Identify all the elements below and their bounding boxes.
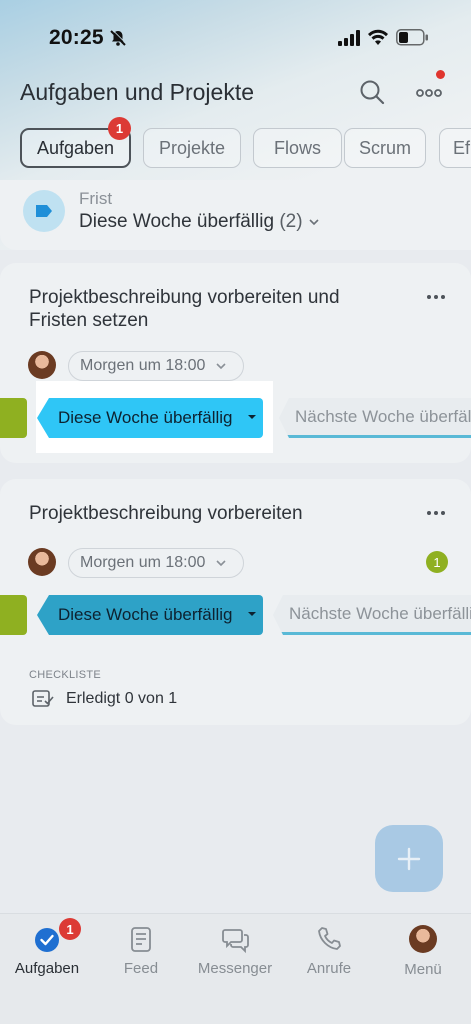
bell-muted-icon [110,29,127,46]
tab-label: Feed [123,960,159,977]
more-dots-icon[interactable] [425,508,447,518]
chevron-down-icon [216,363,226,370]
search-icon[interactable] [358,78,386,106]
tab-label: Menü [404,961,442,978]
tab-feed[interactable]: Feed [94,924,188,977]
tab-badge: 1 [59,918,81,940]
tag-icon [36,205,52,217]
next-stage-label: Nächste Woche überfällig [295,406,471,426]
next-stage[interactable]: Nächste Woche überfällig [279,398,471,438]
filter-value[interactable]: Diese Woche überfällig (2) [79,211,320,233]
tab-label: Anrufe [306,960,352,977]
tab-label: Messenger [197,960,273,977]
avatar-icon [408,925,438,955]
more-dots-icon[interactable] [425,292,447,302]
wifi-icon [368,29,388,45]
avatar [28,351,56,379]
next-stage[interactable]: Nächste Woche überfällig [273,595,471,635]
checklist-status[interactable]: Erledigt 0 von 1 [66,690,177,708]
stage-label: Diese Woche überfällig [58,408,233,427]
cellular-signal-icon [338,30,360,46]
tab-label: Aufgaben [14,960,80,977]
tab-messenger[interactable]: Messenger [188,924,282,977]
filter-label: Frist [79,189,113,208]
chip-badge: 1 [108,117,131,140]
stage-label: Diese Woche überfällig [58,605,233,624]
next-stage-label: Nächste Woche überfällig [289,603,471,623]
caret-down-icon [248,612,256,616]
filter-icon [23,190,65,232]
previous-stage-tab[interactable] [0,595,27,635]
status-bar: 20:25 [0,0,471,76]
comment-count-badge: 1 [426,551,448,573]
chip-ef[interactable]: Ef [439,128,471,168]
previous-stage-tab[interactable] [0,398,27,438]
stage-tag[interactable]: Diese Woche überfällig [37,398,263,438]
chip-projekte[interactable]: Projekte [143,128,241,168]
feed-icon [126,924,156,954]
category-chips: Aufgaben Projekte Flows Scrum Ef [20,128,471,168]
checklist-icon [32,690,54,707]
notification-dot [436,70,445,79]
avatar [28,548,56,576]
chat-icon [220,924,250,954]
stage-tag[interactable]: Diese Woche überfällig [37,595,263,635]
phone-icon [314,924,344,954]
deadline-pill[interactable]: Morgen um 18:00 [68,351,244,381]
plus-icon [397,847,421,870]
task-title[interactable]: Projektbeschreibung vorbereiten [29,502,389,525]
deadline-text: Morgen um 18:00 [80,357,206,374]
tab-menu[interactable]: Menü [376,924,470,978]
chevron-down-icon [309,219,319,226]
chip-flows[interactable]: Flows [253,128,342,168]
page-title: Aufgaben und Projekte [20,79,255,105]
deadline-text: Morgen um 18:00 [80,554,206,571]
filter-count: (2) [279,211,303,232]
chip-scrum[interactable]: Scrum [344,128,426,168]
filter-value-text: Diese Woche überfällig [79,211,275,232]
deadline-pill[interactable]: Morgen um 18:00 [68,548,244,578]
chevron-down-icon [216,560,226,567]
checkmark-circle-icon [32,924,62,954]
add-task-button[interactable] [375,825,443,892]
caret-down-icon [248,415,256,419]
battery-icon [396,29,428,46]
more-options-icon[interactable] [413,80,445,104]
checklist-header: CHECKLISTE [29,669,102,681]
status-time: 20:25 [49,26,104,49]
tab-anrufe[interactable]: Anrufe [282,924,376,977]
task-title[interactable]: Projektbeschreibung vorbereiten und Fris… [29,286,389,332]
